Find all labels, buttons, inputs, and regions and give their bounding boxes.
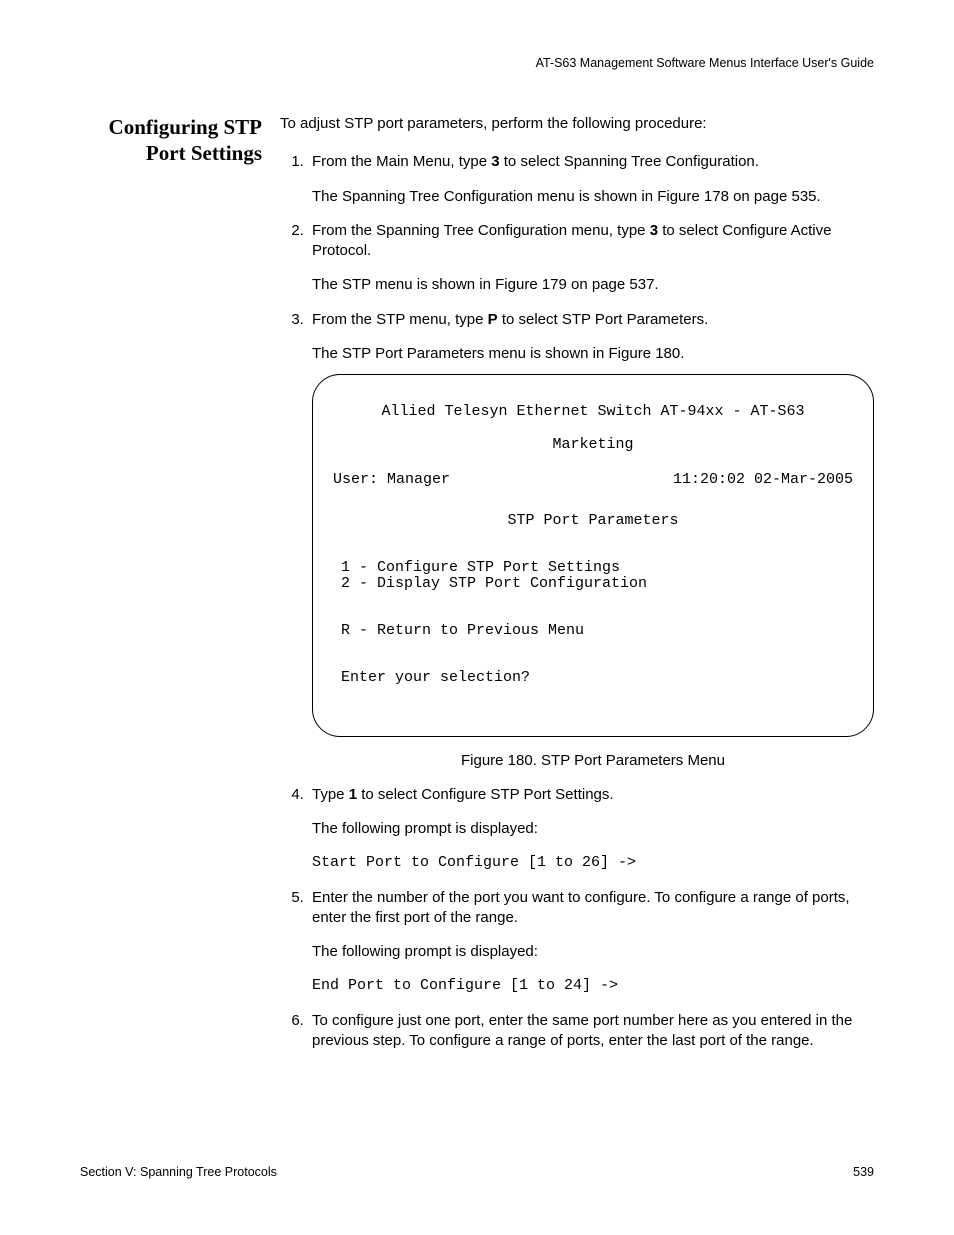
step-4-after: The following prompt is displayed: xyxy=(312,819,874,839)
step-3-text-a: From the STP menu, type xyxy=(312,311,488,328)
section-heading: Configuring STP Port Settings xyxy=(80,114,280,167)
step-3-key: P xyxy=(488,311,498,328)
procedure-list: From the Main Menu, type 3 to select Spa… xyxy=(280,152,874,1051)
menu-return: R - Return to Previous Menu xyxy=(341,623,853,640)
step-3-after: The STP Port Parameters menu is shown in… xyxy=(312,344,874,364)
menu-title-line2: Marketing xyxy=(333,437,853,454)
footer-page-number: 539 xyxy=(853,1165,874,1179)
main-content: To adjust STP port parameters, perform t… xyxy=(280,114,874,1065)
step-2-after: The STP menu is shown in Figure 179 on p… xyxy=(312,275,874,295)
step-1-key: 3 xyxy=(491,153,499,170)
intro-paragraph: To adjust STP port parameters, perform t… xyxy=(280,114,874,134)
step-1: From the Main Menu, type 3 to select Spa… xyxy=(308,152,874,207)
step-3-text-b: to select STP Port Parameters. xyxy=(498,311,709,328)
step-5-after: The following prompt is displayed: xyxy=(312,942,874,962)
step-4-text-a: Type xyxy=(312,786,349,803)
step-6-text: To configure just one port, enter the sa… xyxy=(312,1012,852,1049)
footer-section: Section V: Spanning Tree Protocols xyxy=(80,1165,277,1179)
step-5: Enter the number of the port you want to… xyxy=(308,888,874,997)
menu-timestamp: 11:20:02 02-Mar-2005 xyxy=(673,472,853,489)
menu-item-2: 2 - Display STP Port Configuration xyxy=(341,576,853,593)
step-3: From the STP menu, type P to select STP … xyxy=(308,310,874,771)
figure-caption: Figure 180. STP Port Parameters Menu xyxy=(312,751,874,771)
menu-heading: STP Port Parameters xyxy=(333,513,853,530)
step-4-prompt: Start Port to Configure [1 to 26] -> xyxy=(312,853,874,873)
step-5-prompt: End Port to Configure [1 to 24] -> xyxy=(312,976,874,996)
step-1-after: The Spanning Tree Configuration menu is … xyxy=(312,187,874,207)
running-head: AT-S63 Management Software Menus Interfa… xyxy=(80,56,874,70)
step-4: Type 1 to select Configure STP Port Sett… xyxy=(308,785,874,874)
step-1-text-b: to select Spanning Tree Configuration. xyxy=(500,153,759,170)
step-4-key: 1 xyxy=(349,786,357,803)
step-4-text-b: to select Configure STP Port Settings. xyxy=(357,786,614,803)
terminal-menu-box: Allied Telesyn Ethernet Switch AT-94xx -… xyxy=(312,374,874,737)
step-6: To configure just one port, enter the sa… xyxy=(308,1011,874,1052)
step-1-text-a: From the Main Menu, type xyxy=(312,153,491,170)
menu-title-line1: Allied Telesyn Ethernet Switch AT-94xx -… xyxy=(333,404,853,421)
menu-item-1: 1 - Configure STP Port Settings xyxy=(341,560,853,577)
step-2-key: 3 xyxy=(650,222,658,239)
menu-enter-prompt: Enter your selection? xyxy=(341,670,853,687)
menu-user: User: Manager xyxy=(333,472,450,489)
page-footer: Section V: Spanning Tree Protocols 539 xyxy=(80,1165,874,1179)
step-2-text-a: From the Spanning Tree Configuration men… xyxy=(312,222,650,239)
step-5-text: Enter the number of the port you want to… xyxy=(312,889,850,926)
step-2: From the Spanning Tree Configuration men… xyxy=(308,221,874,296)
